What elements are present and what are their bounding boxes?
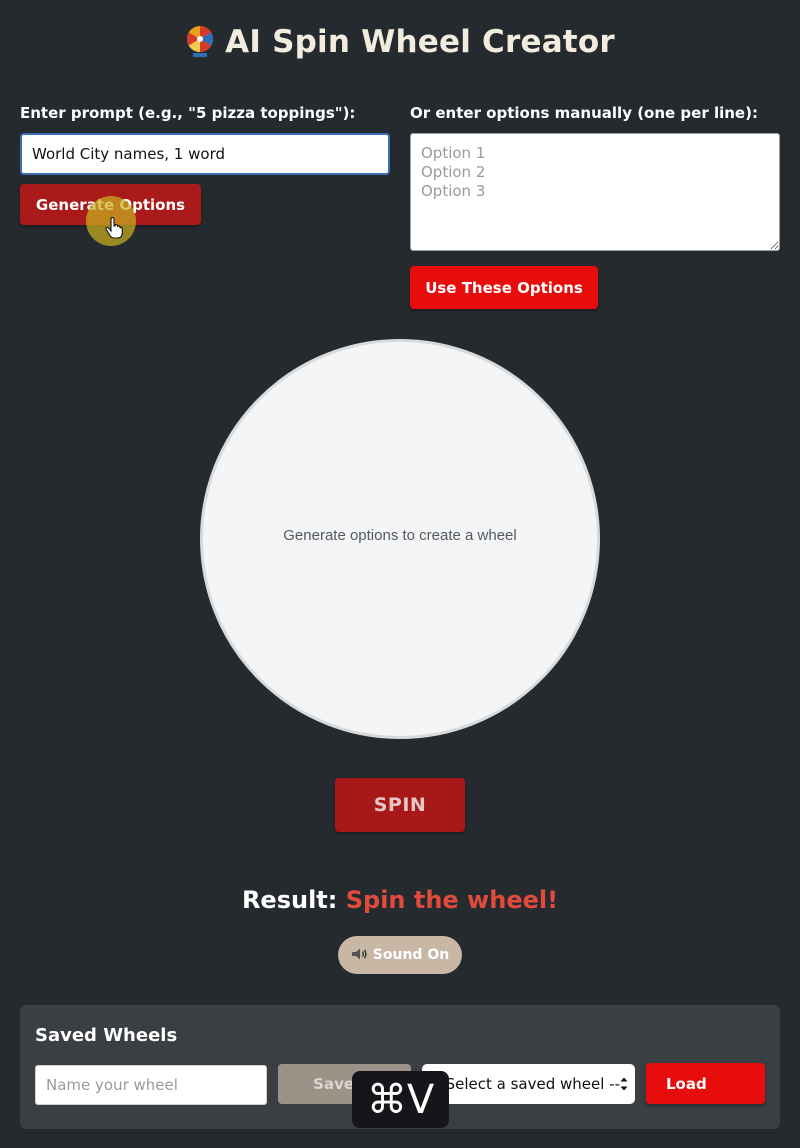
sound-toggle-button[interactable]: Sound On bbox=[338, 936, 462, 974]
prompt-label: Enter prompt (e.g., "5 pizza toppings"): bbox=[20, 104, 356, 122]
select-arrows-icon bbox=[620, 1077, 628, 1091]
sound-toggle-label: Sound On bbox=[372, 947, 450, 963]
speaker-icon bbox=[351, 948, 367, 960]
page: AI Spin Wheel Creator Enter prompt (e.g.… bbox=[0, 0, 800, 1148]
spin-wheel: Generate options to create a wheel bbox=[200, 339, 600, 739]
app-title-text: AI Spin Wheel Creator bbox=[225, 24, 615, 60]
spin-wheel-icon bbox=[187, 25, 214, 57]
prompt-input[interactable] bbox=[20, 133, 390, 175]
result-display: Result: Spin the wheel! bbox=[0, 886, 800, 914]
wheel-empty-message: Generate options to create a wheel bbox=[283, 527, 517, 544]
wheel-name-input[interactable] bbox=[35, 1065, 267, 1105]
manual-label: Or enter options manually (one per line)… bbox=[410, 104, 758, 122]
app-title: AI Spin Wheel Creator bbox=[0, 24, 800, 60]
hand-cursor-icon bbox=[105, 217, 123, 239]
load-wheel-button[interactable]: Load bbox=[646, 1063, 765, 1104]
spin-button[interactable]: SPIN bbox=[335, 778, 465, 832]
use-these-options-button[interactable]: Use These Options bbox=[410, 266, 598, 309]
saved-wheel-select-value: -- Select a saved wheel -- bbox=[430, 1075, 620, 1093]
result-label: Result: bbox=[241, 886, 338, 914]
saved-wheels-title: Saved Wheels bbox=[35, 1025, 178, 1046]
manual-options-textarea[interactable] bbox=[410, 133, 780, 251]
keyboard-shortcut-overlay: ⌘V bbox=[352, 1071, 449, 1128]
result-value: Spin the wheel! bbox=[345, 886, 559, 914]
saved-wheel-select[interactable]: -- Select a saved wheel -- bbox=[422, 1064, 635, 1104]
